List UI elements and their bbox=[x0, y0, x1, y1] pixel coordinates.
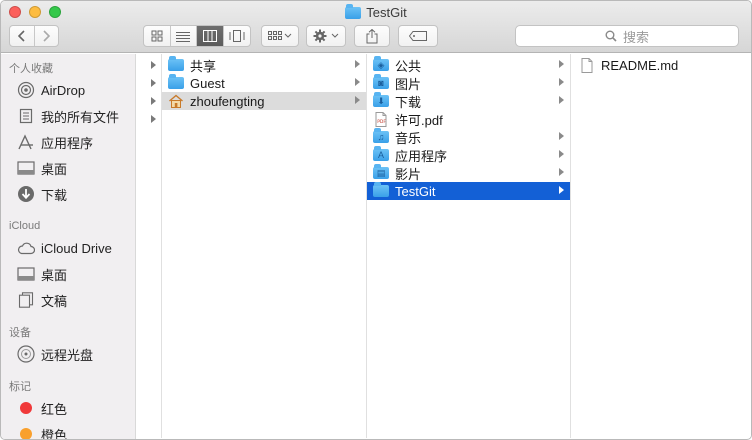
applications-icon bbox=[17, 133, 35, 151]
share-button[interactable] bbox=[354, 25, 390, 47]
chevron-right-icon bbox=[43, 30, 51, 42]
column-3: ◈ 公共 ◙ 图片 ⬇ 下载 PDF 许可.pdf ♫ 音乐 A 应用程序 ▤ … bbox=[367, 54, 571, 438]
back-button[interactable] bbox=[10, 26, 35, 46]
folder-icon bbox=[168, 56, 184, 72]
chevron-right-icon bbox=[559, 78, 564, 86]
music-folder-icon: ♫ bbox=[373, 128, 389, 144]
movies-folder-icon: ▤ bbox=[373, 164, 389, 180]
home-icon bbox=[168, 94, 184, 108]
sidebar-item-icloud-desktop[interactable]: 桌面 bbox=[17, 263, 67, 285]
sidebar-item-tag-red[interactable]: 红色 bbox=[17, 397, 67, 419]
cloud-icon bbox=[17, 239, 35, 257]
text-file-icon bbox=[579, 58, 595, 73]
sidebar: 个人收藏 AirDrop 我的所有文件 应用程序 桌面 下载 iCloud iC… bbox=[1, 54, 136, 439]
chevron-right-icon bbox=[559, 186, 564, 194]
list-item-public[interactable]: ◈ 公共 bbox=[367, 56, 570, 74]
disclosure-arrow-icon[interactable] bbox=[151, 97, 156, 105]
sidebar-item-airdrop[interactable]: AirDrop bbox=[17, 79, 85, 101]
column-view-icon bbox=[202, 30, 217, 42]
column-4: README.md bbox=[571, 54, 751, 438]
list-item-readme[interactable]: README.md bbox=[571, 56, 751, 74]
sidebar-item-icloud-drive[interactable]: iCloud Drive bbox=[17, 237, 112, 259]
arrange-icon bbox=[268, 31, 292, 40]
list-item-music[interactable]: ♫ 音乐 bbox=[367, 128, 570, 146]
disclosure-arrow-icon[interactable] bbox=[151, 79, 156, 87]
sidebar-item-downloads[interactable]: 下载 bbox=[17, 183, 67, 205]
list-item-pictures[interactable]: ◙ 图片 bbox=[367, 74, 570, 92]
toolbar: TestGit 搜索 bbox=[1, 1, 751, 53]
list-item-shared[interactable]: 共享 bbox=[162, 56, 366, 74]
airdrop-icon bbox=[17, 81, 35, 99]
chevron-right-icon bbox=[355, 96, 360, 104]
list-view-icon bbox=[176, 31, 191, 42]
pdf-file-icon: PDF bbox=[373, 112, 389, 127]
chevron-right-icon bbox=[559, 96, 564, 104]
section-devices: 设备 bbox=[9, 327, 31, 339]
disclosure-arrow-icon[interactable] bbox=[151, 115, 156, 123]
tag-icon bbox=[409, 31, 427, 41]
list-item-testgit[interactable]: TestGit bbox=[367, 182, 570, 200]
disclosure-arrow-icon[interactable] bbox=[151, 61, 156, 69]
arrange-button[interactable] bbox=[261, 25, 299, 47]
section-tags: 标记 bbox=[9, 381, 31, 393]
list-item-movies[interactable]: ▤ 影片 bbox=[367, 164, 570, 182]
documents-icon bbox=[17, 291, 35, 309]
public-folder-icon: ◈ bbox=[373, 56, 389, 72]
chevron-right-icon bbox=[559, 132, 564, 140]
chevron-right-icon bbox=[559, 60, 564, 68]
sidebar-item-desktop[interactable]: 桌面 bbox=[17, 157, 67, 179]
downloads-icon bbox=[17, 185, 35, 203]
list-item-license-pdf[interactable]: PDF 许可.pdf bbox=[367, 110, 570, 128]
finder-window: TestGit 搜索 个人收藏 AirDrop 我的所有文件 应用程序 桌面 下… bbox=[0, 0, 752, 440]
folder-icon bbox=[168, 74, 184, 90]
list-item-zhoufengting[interactable]: zhoufengting bbox=[162, 92, 366, 110]
section-icloud: iCloud bbox=[9, 220, 41, 232]
chevron-right-icon bbox=[355, 60, 360, 68]
window-title: TestGit bbox=[1, 3, 751, 21]
column-2: 共享 Guest zhoufengting bbox=[162, 54, 367, 438]
cover-flow-button[interactable] bbox=[224, 26, 250, 46]
section-favorites: 个人收藏 bbox=[9, 63, 53, 75]
svg-text:PDF: PDF bbox=[377, 119, 386, 125]
folder-icon bbox=[345, 3, 362, 19]
list-item-downloads[interactable]: ⬇ 下载 bbox=[367, 92, 570, 110]
desktop-icon bbox=[17, 265, 35, 283]
icon-view-icon bbox=[151, 30, 163, 42]
sidebar-item-remote-disc[interactable]: 远程光盘 bbox=[17, 343, 93, 365]
pictures-folder-icon: ◙ bbox=[373, 74, 389, 90]
disc-icon bbox=[17, 345, 35, 363]
list-item-guest[interactable]: Guest bbox=[162, 74, 366, 92]
column-view-button[interactable] bbox=[197, 26, 224, 46]
view-mode-control bbox=[143, 25, 251, 47]
sidebar-item-all-files[interactable]: 我的所有文件 bbox=[17, 105, 119, 127]
chevron-right-icon bbox=[355, 78, 360, 86]
icon-view-button[interactable] bbox=[144, 26, 171, 46]
orange-tag-dot-icon bbox=[17, 425, 35, 439]
action-button[interactable] bbox=[306, 25, 346, 47]
downloads-folder-icon: ⬇ bbox=[373, 92, 389, 108]
search-placeholder: 搜索 bbox=[622, 29, 649, 45]
chevron-right-icon bbox=[559, 150, 564, 158]
sidebar-item-documents[interactable]: 文稿 bbox=[17, 289, 67, 311]
search-field[interactable]: 搜索 bbox=[515, 25, 739, 47]
folder-icon bbox=[373, 182, 389, 198]
list-view-button[interactable] bbox=[171, 26, 197, 46]
sidebar-item-tag-orange[interactable]: 橙色 bbox=[17, 423, 67, 439]
share-icon bbox=[366, 28, 378, 43]
list-item-applications[interactable]: A 应用程序 bbox=[367, 146, 570, 164]
edit-tags-button[interactable] bbox=[398, 25, 438, 47]
gear-icon bbox=[313, 29, 339, 43]
nav-buttons bbox=[9, 25, 59, 47]
search-icon bbox=[605, 30, 617, 42]
forward-button[interactable] bbox=[35, 26, 59, 46]
cover-flow-icon bbox=[229, 30, 245, 42]
chevron-right-icon bbox=[559, 168, 564, 176]
sidebar-item-applications[interactable]: 应用程序 bbox=[17, 131, 93, 153]
desktop-icon bbox=[17, 159, 35, 177]
red-tag-dot-icon bbox=[17, 399, 35, 417]
chevron-left-icon bbox=[17, 30, 25, 42]
applications-folder-icon: A bbox=[373, 146, 389, 162]
all-files-icon bbox=[17, 107, 35, 125]
column-1 bbox=[137, 54, 162, 438]
